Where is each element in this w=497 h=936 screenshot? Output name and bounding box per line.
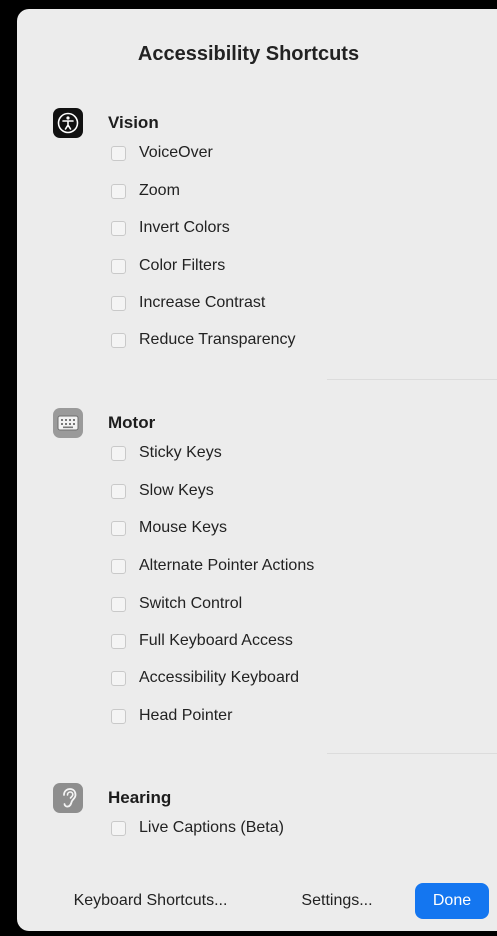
option-label: Invert Colors bbox=[139, 219, 230, 236]
option-zoom[interactable]: Zoom bbox=[111, 180, 180, 202]
accessibility-shortcuts-panel: Accessibility Shortcuts Vision VoiceOver… bbox=[17, 9, 497, 931]
option-slow-keys[interactable]: Slow Keys bbox=[111, 480, 214, 502]
switch-control-checkbox[interactable] bbox=[111, 596, 126, 612]
option-increase-contrast[interactable]: Increase Contrast bbox=[111, 292, 265, 314]
increase-contrast-checkbox[interactable] bbox=[111, 295, 126, 311]
option-sticky-keys[interactable]: Sticky Keys bbox=[111, 442, 222, 464]
option-full-keyboard-access[interactable]: Full Keyboard Access bbox=[111, 630, 293, 652]
ear-icon bbox=[53, 783, 83, 813]
option-invert-colors[interactable]: Invert Colors bbox=[111, 217, 230, 239]
section-vision-label: Vision bbox=[108, 113, 159, 132]
full-keyboard-access-checkbox[interactable] bbox=[111, 633, 126, 649]
option-label: Mouse Keys bbox=[139, 519, 228, 536]
section-hearing-label: Hearing bbox=[108, 788, 172, 807]
option-label: Color Filters bbox=[139, 257, 226, 274]
keyboard-icon bbox=[53, 408, 83, 438]
section-divider bbox=[327, 379, 497, 380]
option-label: Sticky Keys bbox=[139, 444, 222, 461]
section-motor-label: Motor bbox=[108, 413, 156, 432]
option-label: Alternate Pointer Actions bbox=[139, 557, 315, 574]
option-label: Full Keyboard Access bbox=[139, 632, 293, 649]
option-accessibility-keyboard[interactable]: Accessibility Keyboard bbox=[111, 667, 299, 689]
option-head-pointer[interactable]: Head Pointer bbox=[111, 705, 232, 727]
settings-button[interactable]: Settings... bbox=[282, 883, 392, 919]
alternate-pointer-actions-checkbox[interactable] bbox=[111, 558, 126, 574]
button-bar: Keyboard Shortcuts... Settings... Done bbox=[17, 883, 497, 919]
invert-colors-checkbox[interactable] bbox=[111, 220, 126, 236]
zoom-checkbox[interactable] bbox=[111, 183, 126, 199]
section-divider bbox=[327, 753, 497, 754]
sticky-keys-checkbox[interactable] bbox=[111, 445, 126, 461]
option-switch-control[interactable]: Switch Control bbox=[111, 593, 242, 615]
option-label: Live Captions (Beta) bbox=[139, 819, 284, 836]
done-button[interactable]: Done bbox=[415, 883, 489, 919]
option-mouse-keys[interactable]: Mouse Keys bbox=[111, 517, 227, 539]
option-label: Slow Keys bbox=[139, 482, 214, 499]
reduce-transparency-checkbox[interactable] bbox=[111, 332, 126, 348]
option-voiceover[interactable]: VoiceOver bbox=[111, 142, 213, 164]
option-alternate-pointer-actions[interactable]: Alternate Pointer Actions bbox=[111, 555, 314, 577]
option-reduce-transparency[interactable]: Reduce Transparency bbox=[111, 329, 296, 351]
keyboard-shortcuts-button[interactable]: Keyboard Shortcuts... bbox=[47, 883, 254, 919]
head-pointer-checkbox[interactable] bbox=[111, 708, 126, 724]
panel-title: Accessibility Shortcuts bbox=[137, 43, 360, 65]
color-filters-checkbox[interactable] bbox=[111, 258, 126, 274]
section-hearing-header: Hearing bbox=[53, 782, 171, 814]
option-label: Increase Contrast bbox=[139, 294, 266, 311]
option-label: Head Pointer bbox=[139, 707, 233, 724]
option-label: Accessibility Keyboard bbox=[139, 669, 300, 686]
option-label: Zoom bbox=[139, 182, 180, 199]
accessibility-keyboard-checkbox[interactable] bbox=[111, 670, 126, 686]
option-live-captions[interactable]: Live Captions (Beta) bbox=[111, 817, 284, 839]
voiceover-checkbox[interactable] bbox=[111, 145, 126, 161]
option-label: VoiceOver bbox=[139, 144, 213, 161]
accessibility-person-icon bbox=[53, 108, 83, 138]
slow-keys-checkbox[interactable] bbox=[111, 483, 126, 499]
mouse-keys-checkbox[interactable] bbox=[111, 520, 126, 536]
option-label: Switch Control bbox=[139, 595, 243, 612]
option-label: Reduce Transparency bbox=[139, 331, 296, 348]
option-color-filters[interactable]: Color Filters bbox=[111, 255, 225, 277]
section-vision-header: Vision bbox=[53, 107, 159, 139]
section-motor-header: Motor bbox=[53, 407, 155, 439]
live-captions-checkbox[interactable] bbox=[111, 820, 126, 836]
